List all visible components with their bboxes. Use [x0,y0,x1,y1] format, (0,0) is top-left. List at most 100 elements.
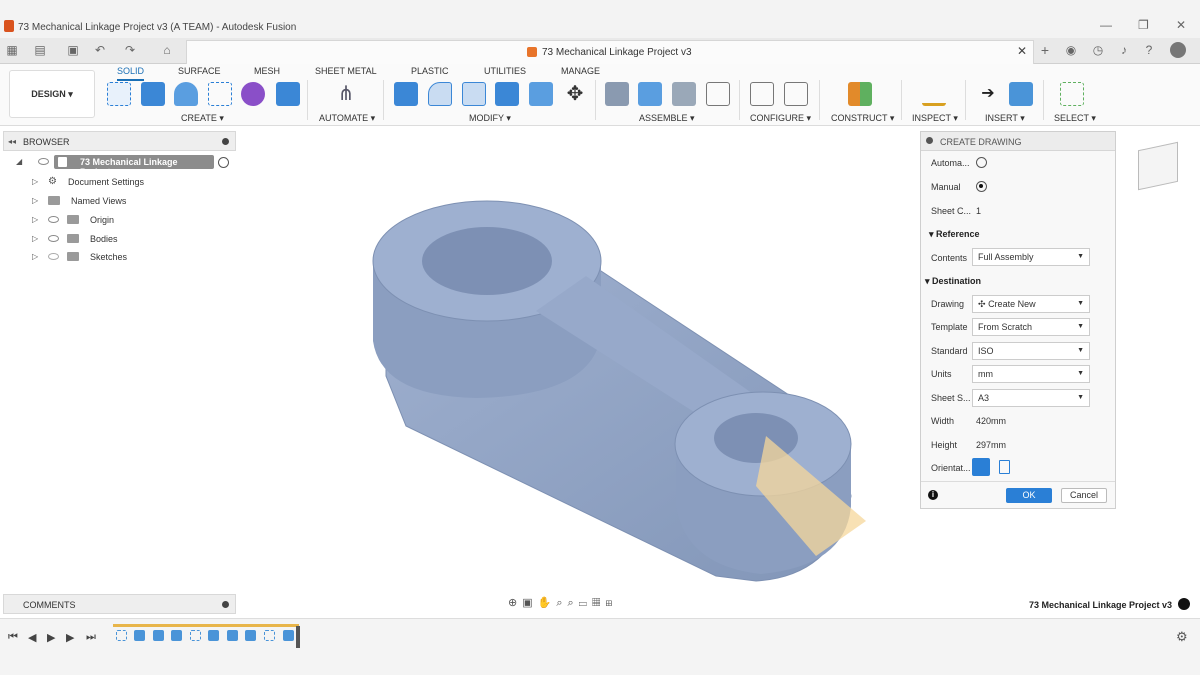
extrude-icon[interactable] [141,82,165,106]
expand-sketches-icon[interactable]: ▷ [32,252,38,261]
template-select[interactable]: From Scratch ▼ [972,318,1090,336]
help-icon[interactable]: ? [1142,43,1156,57]
standard-select[interactable]: ISO ▼ [972,342,1090,360]
joint-icon[interactable] [638,82,662,106]
grid-settings-icon[interactable]: ▦ [592,597,605,609]
extensions-icon[interactable]: ◉ [1064,43,1078,57]
landscape-orientation-icon[interactable] [972,458,990,476]
drawing-select[interactable]: ✣ Create New ▼ [972,295,1090,313]
workspace-design-button[interactable]: DESIGN ▾ [9,70,95,118]
timeline-feature-item[interactable] [227,630,238,641]
group-assemble[interactable]: ASSEMBLE ▾ [639,113,695,124]
ok-button[interactable]: OK [1006,488,1052,503]
tab-solid[interactable]: SOLID [117,66,145,81]
group-configure[interactable]: CONFIGURE ▾ [750,113,811,124]
go-to-start-icon[interactable]: ⏮ [8,631,18,644]
visibility-eye-icon[interactable] [48,253,59,260]
group-automate[interactable]: AUTOMATE ▾ [319,113,375,124]
revolve-icon[interactable] [174,82,198,106]
comments-panel-header[interactable]: COMMENTS [3,594,236,614]
move-icon[interactable]: ✥ [563,82,587,106]
group-construct[interactable]: CONSTRUCT ▾ [831,113,894,124]
manual-radio[interactable] [976,181,987,192]
play-icon[interactable]: ▶ [47,631,55,644]
job-status-icon[interactable]: ◷ [1091,43,1105,57]
app-grid-icon[interactable]: ▦ [5,43,19,57]
timeline-feature-item[interactable] [283,630,294,641]
shell-icon[interactable] [529,82,553,106]
group-select[interactable]: SELECT ▾ [1054,113,1096,124]
notifications-icon[interactable]: ♪ [1117,43,1131,57]
file-icon[interactable]: ▤ [33,43,47,57]
tab-plastic[interactable]: PLASTIC [411,66,449,76]
bom-icon[interactable] [706,82,730,106]
display-settings-icon[interactable]: ▭ [579,597,592,609]
user-avatar[interactable] [1170,42,1186,58]
timeline-settings-gear-icon[interactable]: ⚙ [1176,629,1188,645]
close-window-icon[interactable]: ✕ [1176,18,1186,32]
comments-pin-icon[interactable] [222,601,229,608]
look-at-icon[interactable]: ▣ [522,597,537,609]
tab-sheet-metal[interactable]: SHEET METAL [315,66,377,76]
timeline-sketch-item[interactable] [116,630,127,641]
configure-table-icon[interactable] [784,82,808,106]
fillet-icon[interactable] [428,82,452,106]
visibility-eye-icon[interactable] [38,158,49,165]
expand-root-icon[interactable]: ◢ [16,157,22,166]
fit-icon[interactable]: ⌕ [568,597,579,609]
timeline-marker[interactable] [296,626,300,648]
timeline-sketch-item[interactable] [190,630,201,641]
timeline-feature-item[interactable] [153,630,164,641]
timeline-feature-item[interactable] [134,630,145,641]
visibility-eye-icon[interactable] [48,216,59,223]
save-icon[interactable]: ▣ [66,43,80,57]
home-icon[interactable]: ⌂ [160,43,174,57]
document-tab[interactable]: 73 Mechanical Linkage Project v3 ✕ [186,40,1034,64]
timeline-feature-item[interactable] [208,630,219,641]
browser-item-bodies[interactable]: Bodies [90,234,118,244]
cancel-button[interactable]: Cancel [1061,488,1107,503]
browser-item-named-views[interactable]: Named Views [71,196,126,206]
undo-icon[interactable]: ↶ [93,43,107,57]
step-forward-icon[interactable]: ▶ [66,631,74,644]
group-modify[interactable]: MODIFY ▾ [469,113,511,124]
panel-close-icon[interactable] [926,137,933,144]
go-to-end-icon[interactable]: ⏭ [86,631,96,644]
select-icon[interactable] [1060,82,1084,106]
pan-icon[interactable]: ✋ [538,597,557,609]
new-component-icon[interactable] [605,82,629,106]
create-sketch-icon[interactable] [107,82,131,106]
destination-section[interactable]: ▾ Destination [925,276,981,287]
viewports-icon[interactable]: ⊞ [605,597,617,609]
zoom-icon[interactable]: ⌕ [556,597,567,609]
measure-icon[interactable] [922,82,946,106]
close-tab-icon[interactable]: ✕ [1017,44,1027,58]
group-create[interactable]: CREATE ▾ [181,113,224,124]
offset-plane-icon[interactable] [848,82,872,106]
visibility-eye-icon[interactable] [48,235,59,242]
redo-icon[interactable]: ↷ [123,43,137,57]
reference-section[interactable]: ▾ Reference [929,229,980,240]
combine-icon[interactable] [495,82,519,106]
timeline-sketch-item[interactable] [264,630,275,641]
configure-icon[interactable] [750,82,774,106]
portrait-orientation-icon[interactable] [999,460,1010,474]
collapse-browser-icon[interactable]: ◂◂ [8,137,16,146]
group-inspect[interactable]: INSPECT ▾ [912,113,958,124]
view-cube[interactable] [1138,141,1178,191]
tab-mesh[interactable]: MESH [254,66,280,76]
insert-derive-icon[interactable]: ➔ [976,82,1000,106]
account-icon[interactable] [1178,598,1190,610]
box-icon[interactable] [276,82,300,106]
timeline-feature-item[interactable] [171,630,182,641]
minimize-icon[interactable]: — [1100,18,1112,32]
sweep-icon[interactable] [208,82,232,106]
group-insert[interactable]: INSERT ▾ [985,113,1025,124]
orbit-icon[interactable]: ⊕ [508,597,522,609]
timeline-feature-item[interactable] [245,630,256,641]
browser-item-origin[interactable]: Origin [90,215,114,225]
step-back-icon[interactable]: ◀ [28,631,36,644]
units-select[interactable]: mm ▼ [972,365,1090,383]
chamfer-icon[interactable] [462,82,486,106]
form-icon[interactable] [241,82,265,106]
